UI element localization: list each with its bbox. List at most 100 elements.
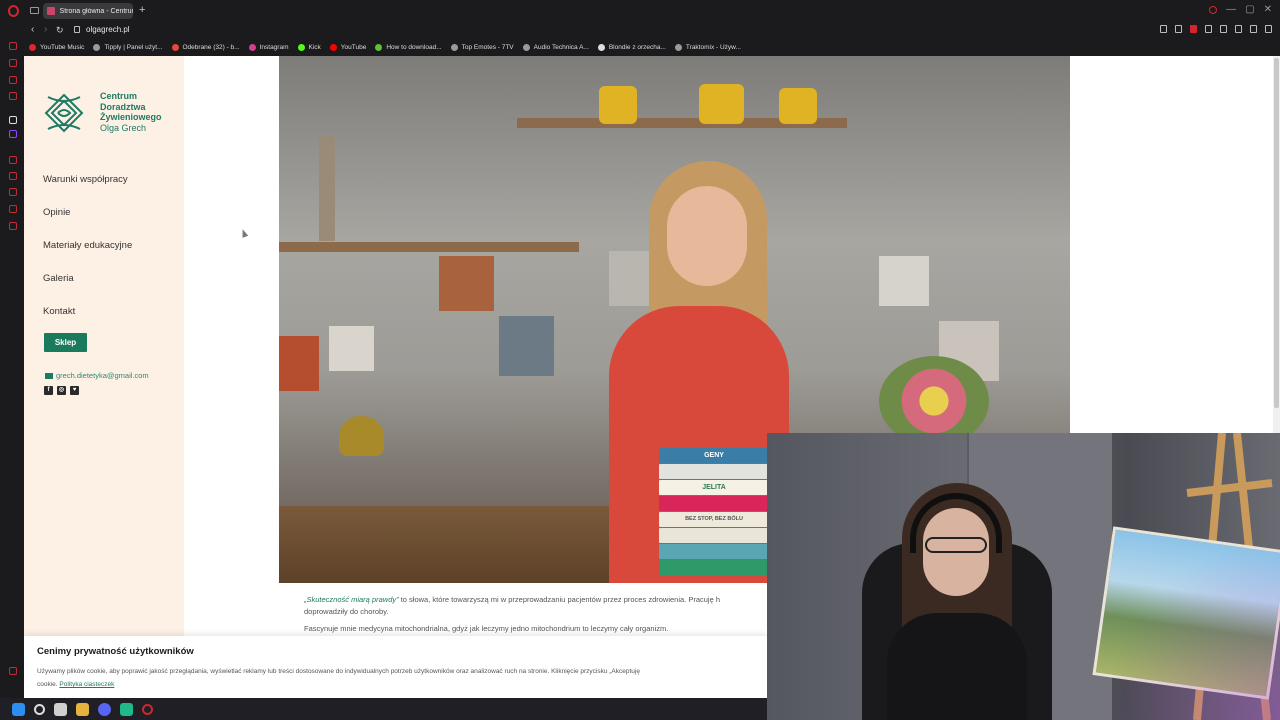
opera-sidebar bbox=[0, 22, 24, 698]
cookie-banner: Cenimy prywatność użytkowników Używamy p… bbox=[24, 636, 767, 698]
url-field[interactable]: olgagrech.pl bbox=[86, 25, 130, 34]
browser-tab-active[interactable]: Strona główna - Centrum bbox=[43, 3, 133, 19]
opera-taskbar-icon[interactable] bbox=[142, 703, 153, 715]
play-icon[interactable] bbox=[1205, 25, 1212, 33]
cookie-policy-link[interactable]: Polityka ciasteczek bbox=[59, 681, 114, 688]
wallet-icon[interactable] bbox=[1250, 25, 1257, 33]
site-logo-text[interactable]: Centrum Doradztwa Żywieniowego Olga Grec… bbox=[100, 91, 162, 133]
sidebar-more-icon[interactable] bbox=[9, 667, 17, 675]
book bbox=[659, 528, 769, 543]
heart-icon[interactable] bbox=[1220, 25, 1227, 33]
bookmark-favicon-icon bbox=[93, 44, 101, 51]
bookmark-item[interactable]: Traktomix - Używ... bbox=[674, 44, 741, 51]
task-view-icon[interactable] bbox=[54, 702, 67, 716]
bookmark-item[interactable]: Tipply | Panel użyt... bbox=[93, 44, 163, 51]
app-icon[interactable] bbox=[120, 702, 133, 716]
bookmark-label: Tipply | Panel użyt... bbox=[104, 44, 163, 51]
menu-icon[interactable] bbox=[1265, 25, 1272, 33]
bookmark-label: Kick bbox=[308, 44, 321, 51]
webcam-overlay bbox=[767, 433, 1280, 720]
book: BEZ STOP, BEZ BÓLU bbox=[659, 512, 769, 527]
adblock-icon[interactable] bbox=[1190, 25, 1197, 33]
bookmark-item[interactable]: Top Emotes - 7TV bbox=[450, 44, 514, 51]
reload-icon[interactable]: ↻ bbox=[56, 24, 64, 36]
bookmark-item[interactable]: Blondie z orzecha... bbox=[597, 44, 666, 51]
start-icon[interactable] bbox=[12, 702, 25, 716]
book bbox=[659, 496, 769, 511]
cookie-text: Używamy plików cookie, aby poprawić jako… bbox=[37, 668, 640, 675]
book: GENY bbox=[659, 448, 769, 463]
lower-shelf bbox=[279, 242, 579, 252]
menu-item-materialy[interactable]: Materiały edukacyjne bbox=[43, 240, 132, 273]
record-icon[interactable] bbox=[1209, 6, 1218, 14]
bookmark-item[interactable]: How to download... bbox=[375, 44, 442, 51]
book: JELITA bbox=[659, 480, 769, 495]
instagram-icon[interactable]: ◎ bbox=[57, 386, 66, 395]
download-icon[interactable] bbox=[1235, 25, 1242, 33]
sidebar-item-5-icon[interactable] bbox=[9, 156, 17, 164]
settings-icon[interactable] bbox=[9, 222, 17, 230]
forward-icon[interactable]: › bbox=[44, 24, 47, 36]
facebook-icon[interactable]: f bbox=[44, 386, 53, 395]
sidebar-item-3-icon[interactable] bbox=[9, 76, 17, 84]
site-logo-icon[interactable] bbox=[44, 93, 84, 133]
bookmark-favicon-icon bbox=[171, 44, 179, 51]
site-favicon-icon bbox=[47, 7, 55, 15]
sidebar-item-7-icon[interactable] bbox=[9, 188, 17, 196]
discord-icon[interactable] bbox=[98, 702, 111, 716]
bookmark-favicon-icon bbox=[522, 44, 530, 51]
opera-logo-icon[interactable] bbox=[8, 5, 19, 17]
shop-button[interactable]: Sklep bbox=[44, 333, 87, 352]
wall-tile bbox=[279, 336, 319, 391]
menu-item-warunki[interactable]: Warunki współpracy bbox=[43, 174, 132, 207]
sidebar-item-1-icon[interactable] bbox=[9, 42, 17, 50]
maximize-icon[interactable]: ▢ bbox=[1245, 4, 1254, 16]
windows-taskbar bbox=[0, 698, 767, 720]
snapshot-icon[interactable] bbox=[1175, 25, 1182, 33]
twitch-icon[interactable] bbox=[9, 130, 17, 138]
back-icon[interactable]: ‹ bbox=[31, 24, 34, 36]
person-face bbox=[667, 186, 747, 286]
book bbox=[659, 544, 769, 559]
book-stack: GENY JELITA BEZ STOP, BEZ BÓLU bbox=[659, 448, 769, 576]
bookmark-label: Instagram bbox=[259, 44, 289, 51]
bookmark-item[interactable]: YouTube Music bbox=[29, 44, 84, 51]
site-menu: Warunki współpracy Opinie Materiały eduk… bbox=[43, 174, 132, 339]
cookie-text-2: cookie. bbox=[37, 681, 58, 688]
bookmark-label: Audio Technica A... bbox=[533, 44, 589, 51]
sidebar-item-2-icon[interactable] bbox=[9, 59, 17, 67]
email-text: grech.dietetyka@gmail.com bbox=[56, 371, 149, 380]
bookmark-label: Blondie z orzecha... bbox=[608, 44, 666, 51]
email-link[interactable]: grech.dietetyka@gmail.com bbox=[45, 371, 149, 380]
bookmark-item[interactable]: YouTube bbox=[329, 44, 366, 51]
close-icon[interactable]: ✕ bbox=[1264, 4, 1272, 16]
site-sidebar: Centrum Doradztwa Żywieniowego Olga Grec… bbox=[24, 56, 184, 698]
bookmark-item[interactable]: Kick bbox=[297, 44, 321, 51]
wall-tile bbox=[329, 326, 374, 371]
menu-item-galeria[interactable]: Galeria bbox=[43, 273, 132, 306]
search-icon[interactable] bbox=[34, 703, 45, 715]
tab-islands-icon[interactable] bbox=[30, 7, 39, 14]
bookmark-label: Traktomix - Używ... bbox=[685, 44, 741, 51]
new-tab-button[interactable]: + bbox=[139, 4, 145, 16]
sidebar-item-8-icon[interactable] bbox=[9, 205, 17, 213]
book bbox=[659, 464, 769, 479]
sidebar-item-4-icon[interactable] bbox=[9, 92, 17, 100]
wall-tile bbox=[879, 256, 929, 306]
kettle bbox=[339, 416, 384, 456]
bookmark-item[interactable]: Audio Technica A... bbox=[522, 44, 589, 51]
ai-icon[interactable] bbox=[9, 116, 17, 124]
minimize-icon[interactable]: — bbox=[1226, 4, 1236, 16]
bookmark-favicon-icon bbox=[375, 44, 383, 51]
sidebar-item-6-icon[interactable] bbox=[9, 172, 17, 180]
file-explorer-icon[interactable] bbox=[76, 702, 89, 716]
menu-item-opinie[interactable]: Opinie bbox=[43, 207, 132, 240]
bookmark-item[interactable]: Instagram bbox=[248, 44, 289, 51]
social-heart-icon[interactable]: ♥ bbox=[70, 386, 79, 395]
scrollbar-thumb[interactable] bbox=[1274, 58, 1279, 408]
book bbox=[659, 560, 769, 575]
bookmark-favicon-icon bbox=[450, 44, 458, 51]
intro-paragraph-2: Fascynuje mnie medycyna mitochondrialna,… bbox=[304, 624, 669, 633]
pin-icon[interactable] bbox=[1160, 25, 1167, 33]
bookmark-item[interactable]: Odebrane (32) - b... bbox=[171, 44, 240, 51]
